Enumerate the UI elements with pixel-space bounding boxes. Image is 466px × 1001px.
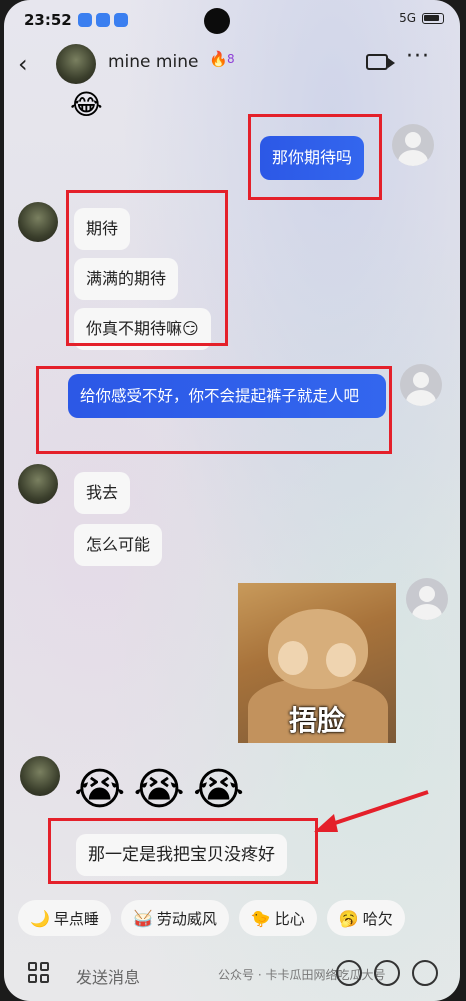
cry-laugh-emoji: 😂	[70, 88, 103, 121]
avatar[interactable]	[20, 756, 60, 796]
message-input[interactable]: 发送消息	[76, 964, 140, 988]
app-notification-icon	[78, 13, 92, 27]
received-message[interactable]: 怎么可能	[74, 524, 163, 566]
app-notification-icon	[96, 13, 110, 27]
red-arrow-annotation	[314, 790, 429, 832]
cat-paw	[326, 643, 356, 677]
chat-header: ‹ mine mine 🔥 8 ···	[4, 40, 460, 88]
chevron-left-icon[interactable]: ‹	[18, 50, 28, 78]
highlight-box	[36, 366, 392, 454]
cat-paw	[278, 641, 308, 675]
voice-icon[interactable]	[336, 960, 362, 986]
avatar[interactable]	[406, 578, 448, 620]
battery-icon	[422, 12, 444, 24]
quick-reply-label: 哈欠	[362, 909, 393, 928]
crying-emoji: 😭	[192, 764, 245, 815]
more-icon[interactable]: ···	[406, 44, 430, 69]
crying-emoji: 😭	[74, 764, 126, 815]
status-time: 23:52	[24, 11, 72, 29]
video-call-icon[interactable]	[366, 54, 395, 70]
flame-count: 8	[227, 52, 235, 66]
drum-icon: 🥁	[132, 908, 153, 928]
network-label: 5G	[399, 11, 416, 25]
quick-reply-chip[interactable]: 🥱 哈欠	[326, 900, 405, 936]
chick-icon: 🐤	[250, 908, 271, 928]
add-icon[interactable]	[412, 960, 438, 986]
system-icons: 5G	[399, 11, 444, 25]
yawn-icon: 🥱	[338, 908, 359, 928]
emoji-icon[interactable]	[374, 960, 400, 986]
highlight-box	[248, 114, 382, 200]
apps-grid-icon[interactable]	[28, 962, 52, 986]
message-input-bar: 发送消息 公众号 · 卡卡瓜田网络吃瓜大号	[18, 954, 448, 994]
avatar[interactable]	[18, 202, 58, 242]
quick-reply-chip[interactable]: 🥁 劳动威风	[120, 900, 229, 936]
quick-reply-label: 早点睡	[53, 909, 99, 928]
contact-name[interactable]: mine mine	[108, 52, 198, 72]
sticker-caption: 捂脸	[288, 704, 345, 737]
quick-reply-label: 比心	[274, 909, 305, 928]
app-notification-icon	[114, 13, 128, 27]
emoji-message[interactable]: 😭 😭 😭	[74, 764, 244, 815]
front-camera	[204, 8, 230, 34]
highlight-box	[66, 190, 228, 346]
avatar[interactable]	[392, 124, 434, 166]
quick-reply-label: 劳动威风	[156, 909, 217, 928]
avatar[interactable]	[400, 364, 442, 406]
sticker-image[interactable]: 捂脸	[238, 583, 396, 743]
flame-icon: 🔥	[209, 50, 228, 68]
quick-reply-bar: 🌙 早点睡 🥁 劳动威风 🐤 比心 🥱 哈欠	[18, 900, 405, 936]
phone-screen: 23:52 5G ‹ mine mine 🔥 8 ··· 😂 那你期待吗 期待 …	[4, 0, 460, 1001]
status-bar: 23:52 5G	[4, 8, 460, 34]
highlight-box	[48, 818, 318, 884]
avatar[interactable]	[18, 464, 58, 504]
crying-emoji: 😭	[133, 764, 185, 815]
quick-reply-chip[interactable]: 🌙 早点睡	[18, 900, 111, 936]
quick-reply-chip[interactable]: 🐤 比心	[238, 900, 317, 936]
notification-icons	[78, 13, 128, 27]
avatar[interactable]	[56, 44, 96, 84]
moon-icon: 🌙	[30, 908, 50, 928]
received-message[interactable]: 我去	[74, 472, 131, 514]
